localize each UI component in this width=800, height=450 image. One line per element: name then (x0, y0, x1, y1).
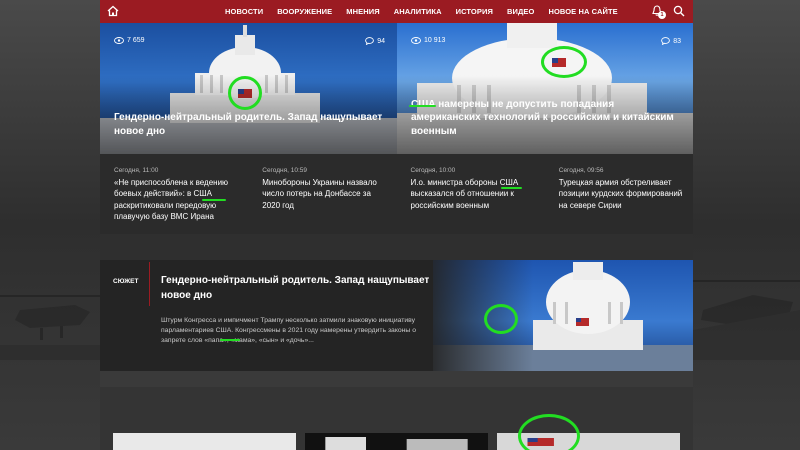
comments-counter[interactable]: 83 (661, 37, 681, 45)
hero-card[interactable]: 10 913 83 США намерены не допустить попа… (397, 23, 693, 154)
hero-row: 7 659 94 Гендерно-нейтральный родитель. … (100, 23, 693, 154)
news-headline[interactable]: Минобороны Украины назвало число потерь … (262, 177, 386, 211)
green-underline (202, 199, 226, 201)
eye-icon (411, 37, 421, 44)
background-right (693, 0, 800, 450)
news-time: Сегодня, 09:56 (558, 167, 604, 174)
news-time: Сегодня, 10:59 (262, 167, 308, 174)
news-item[interactable]: Сегодня, 10:00 И.о. министра обороны США… (397, 154, 545, 234)
views-counter: 7 659 (114, 37, 145, 44)
section-gap (100, 371, 693, 387)
search-icon[interactable] (673, 5, 685, 17)
nav-item-news[interactable]: НОВОСТИ (218, 7, 270, 16)
news-item[interactable]: Сегодня, 09:56 Турецкая армия обстрелива… (545, 154, 693, 234)
background-left (0, 0, 100, 450)
section-divider (100, 234, 693, 260)
news-list: Сегодня, 11:00 «Не приспособлена к веден… (100, 154, 693, 234)
green-highlight-circle (541, 46, 587, 78)
thumbnail[interactable] (113, 433, 296, 450)
helicopter-image (693, 280, 800, 360)
news-headline[interactable]: И.о. министра обороны США высказался об … (411, 177, 535, 211)
green-highlight-circle (484, 304, 518, 334)
nav-item-new-on-site[interactable]: НОВОЕ НА САЙТЕ (541, 7, 624, 16)
nav-item-history[interactable]: ИСТОРИЯ (449, 7, 500, 16)
main-column: НОВОСТИ ВООРУЖЕНИЕ МНЕНИЯ АНАЛИТИКА ИСТО… (100, 0, 693, 450)
nav-menu: НОВОСТИ ВООРУЖЕНИЕ МНЕНИЯ АНАЛИТИКА ИСТО… (218, 7, 625, 16)
comments-counter[interactable]: 94 (365, 37, 385, 45)
green-highlight-circle (518, 414, 580, 450)
green-underline (220, 339, 240, 341)
helicopter-image (0, 295, 100, 360)
green-underline (409, 105, 436, 107)
nav-item-weapons[interactable]: ВООРУЖЕНИЕ (270, 7, 339, 16)
views-count: 10 913 (424, 37, 446, 44)
eye-icon (114, 37, 124, 44)
comment-icon (365, 37, 375, 45)
top-navigation: НОВОСТИ ВООРУЖЕНИЕ МНЕНИЯ АНАЛИТИКА ИСТО… (100, 0, 693, 23)
story-block[interactable]: СЮЖЕТ Гендерно-нейтральный родитель. Зап… (100, 260, 693, 371)
story-title[interactable]: Гендерно-нейтральный родитель. Запад нащ… (161, 274, 451, 303)
news-item[interactable]: Сегодня, 10:59 Минобороны Украины назвал… (248, 154, 396, 234)
views-counter: 10 913 (411, 37, 445, 44)
hero-card[interactable]: 7 659 94 Гендерно-нейтральный родитель. … (100, 23, 397, 154)
hero-title[interactable]: США намерены не допустить попадания амер… (411, 98, 681, 139)
notification-badge: 1 (658, 11, 666, 19)
green-underline (501, 187, 522, 189)
nav-item-video[interactable]: ВИДЕО (500, 7, 542, 16)
thumbnail-row (113, 433, 680, 450)
nav-item-analytics[interactable]: АНАЛИТИКА (387, 7, 449, 16)
story-accent-line (149, 262, 150, 306)
story-tag: СЮЖЕТ (113, 278, 139, 285)
hero-title[interactable]: Гендерно-нейтральный родитель. Запад нащ… (114, 111, 385, 138)
nav-item-opinions[interactable]: МНЕНИЯ (339, 7, 386, 16)
comments-count: 94 (377, 37, 385, 45)
comment-icon (661, 37, 671, 45)
story-description: Штурм Конгресса и импичмент Трампу неско… (161, 317, 416, 345)
news-time: Сегодня, 10:00 (410, 167, 456, 174)
news-headline[interactable]: Турецкая армия обстреливает позиции курд… (559, 177, 683, 211)
news-item[interactable]: Сегодня, 11:00 «Не приспособлена к веден… (100, 154, 248, 234)
comments-count: 83 (673, 37, 681, 45)
views-count: 7 659 (127, 37, 145, 44)
news-time: Сегодня, 11:00 (114, 167, 159, 174)
green-highlight-circle (228, 76, 262, 110)
thumbnail[interactable] (305, 433, 488, 450)
home-icon[interactable] (107, 5, 119, 17)
